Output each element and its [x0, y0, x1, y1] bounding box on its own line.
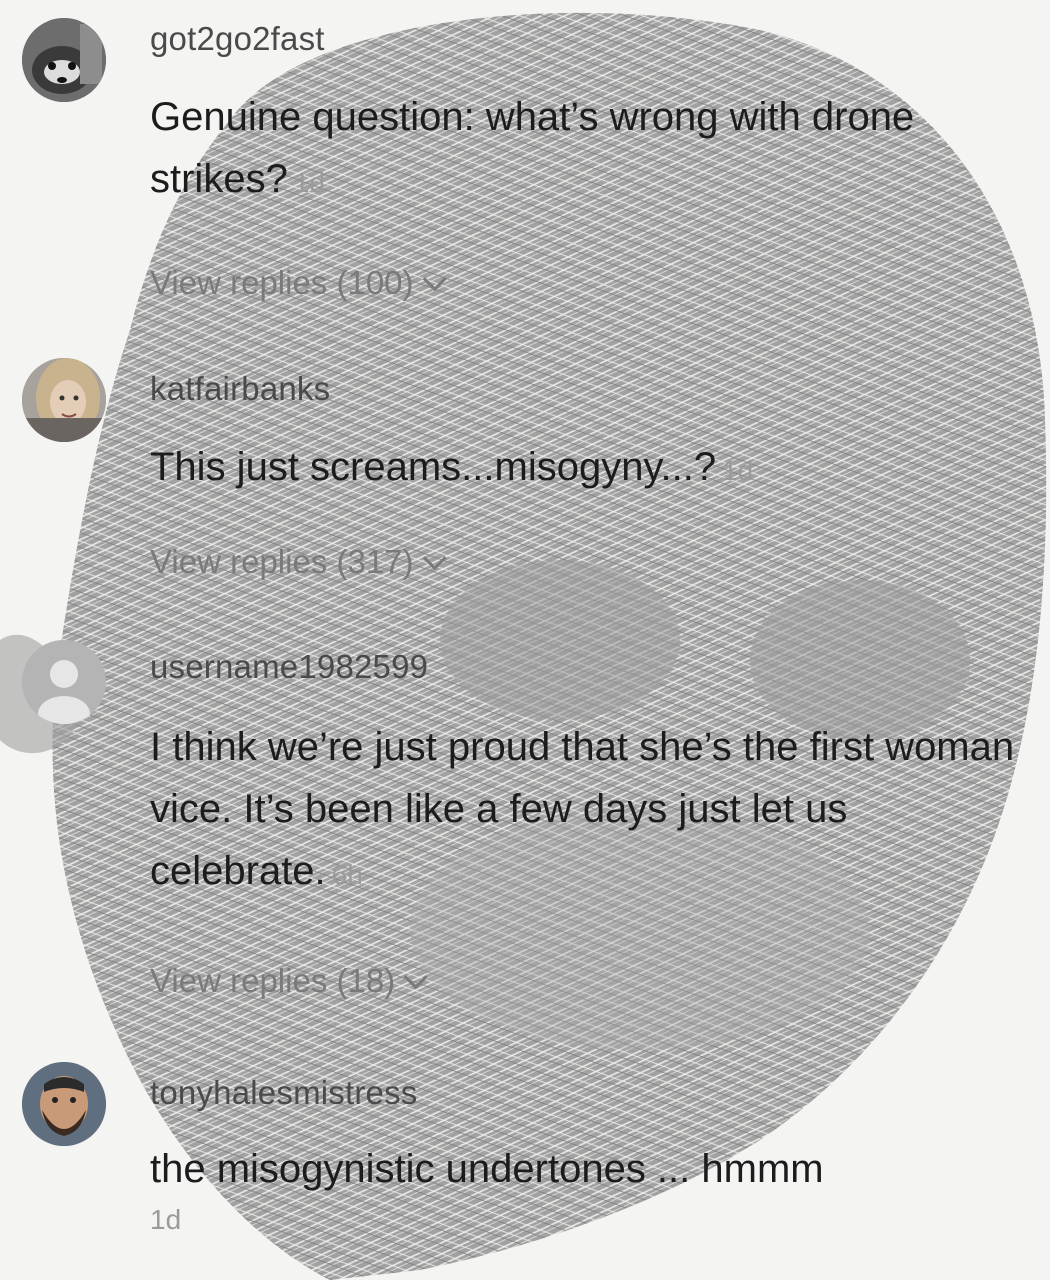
- view-replies-label: View replies (100): [150, 264, 414, 301]
- view-replies-label: View replies (18): [150, 962, 396, 999]
- comment-username[interactable]: tonyhalesmistress: [150, 1074, 418, 1112]
- comment-username[interactable]: got2go2fast: [150, 20, 325, 58]
- default-avatar-icon[interactable]: [22, 640, 106, 724]
- comment-username[interactable]: katfairbanks: [150, 370, 330, 408]
- comment-timestamp: 1d: [722, 455, 754, 486]
- view-replies-button[interactable]: View replies (100): [150, 264, 447, 302]
- comment-text: I think we’re just proud that she’s the …: [150, 716, 1020, 906]
- comment-timestamp: 1d: [150, 1204, 182, 1235]
- comment-text: This just screams...misogyny...? 1d: [150, 436, 1020, 502]
- comment-text: Genuine question: what’s wrong with dron…: [150, 86, 1020, 214]
- chevron-down-icon: [403, 964, 428, 989]
- view-replies-label: View replies (317): [150, 543, 414, 580]
- comment-body: Genuine question: what’s wrong with dron…: [150, 95, 915, 201]
- chevron-down-icon: [422, 266, 447, 291]
- view-replies-button[interactable]: View replies (18): [150, 962, 428, 1000]
- chevron-down-icon: [422, 545, 447, 570]
- comment-text: the misogynistic undertones ... hmmm 1d: [150, 1138, 1020, 1240]
- woman-avatar-icon[interactable]: [22, 358, 106, 442]
- comment-body: This just screams...misogyny...?: [150, 445, 717, 489]
- comment-timestamp: 6h: [331, 859, 363, 890]
- comment-body: the misogynistic undertones ... hmmm: [150, 1147, 824, 1191]
- comment-timestamp: 1d: [293, 167, 325, 198]
- comments-panel: got2go2fast Genuine question: what’s wro…: [0, 0, 1050, 1280]
- raccoon-avatar-icon[interactable]: [22, 18, 106, 102]
- comment-body: I think we’re just proud that she’s the …: [150, 725, 1015, 893]
- view-replies-button[interactable]: View replies (317): [150, 543, 447, 581]
- comment-username[interactable]: username1982599: [150, 648, 428, 686]
- bearded-man-avatar-icon[interactable]: [22, 1062, 106, 1146]
